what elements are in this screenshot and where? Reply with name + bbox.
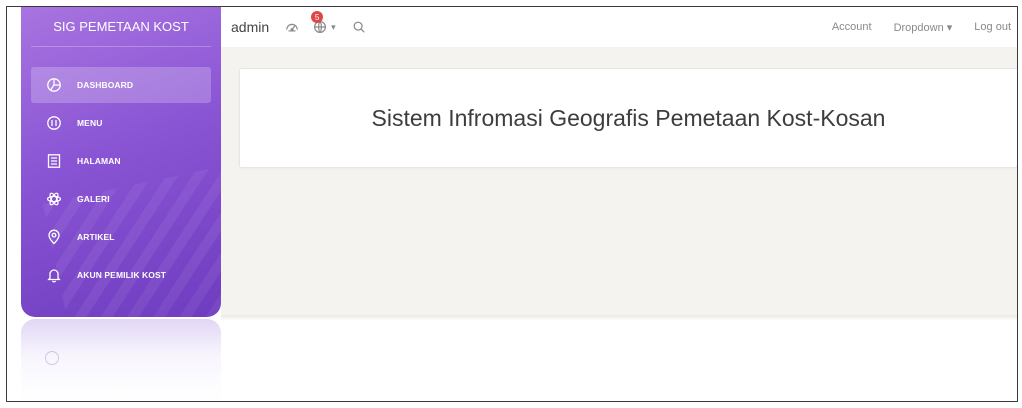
sidebar-item-label: MENU (77, 118, 103, 128)
sidebar-item-menu[interactable]: MENU (31, 105, 211, 141)
sidebar-item-label: DASHBOARD (77, 80, 134, 90)
page-title: Sistem Infromasi Geografis Pemetaan Kost… (371, 104, 886, 131)
sidebar-item-galeri[interactable]: GALERI (31, 181, 211, 217)
bell-icon (45, 351, 59, 365)
sidebar-item-label: AKUN PEMILIK KOST (77, 270, 167, 280)
search-icon[interactable] (352, 20, 366, 34)
dashboard-gauge-icon[interactable] (285, 20, 299, 34)
pie-chart-icon (45, 76, 63, 94)
sidebar-menu: DASHBOARD MENU HALAMAN GALERI ARTIKEL AK… (21, 67, 221, 293)
sidebar-item-label: HALAMAN (77, 156, 121, 166)
document-icon (45, 152, 63, 170)
account-link[interactable]: Account (832, 21, 872, 33)
map-pin-icon (45, 228, 63, 246)
app-window: SIG PEMETAAN KOST DASHBOARD MENU HALAMAN (6, 6, 1018, 402)
notifications-dropdown[interactable]: 5 ▾ (311, 11, 336, 34)
sidebar-item-label: GALERI (77, 194, 110, 204)
reflection-ghost-item (45, 351, 75, 365)
sidebar-title[interactable]: SIG PEMETAAN KOST (31, 7, 211, 47)
dropdown-menu-toggle[interactable]: Dropdown ▾ (894, 21, 953, 34)
sidebar-item-label: ARTIKEL (77, 232, 115, 242)
navbar-brand[interactable]: admin (231, 19, 269, 35)
welcome-card: Sistem Infromasi Geografis Pemetaan Kost… (239, 68, 1017, 168)
top-navbar: admin 5 ▾ Account Dropdown ▾ Log out (221, 7, 1017, 47)
sidebar-item-artikel[interactable]: ARTIKEL (31, 219, 211, 255)
menu-circle-icon (45, 114, 63, 132)
sidebar-item-dashboard[interactable]: DASHBOARD (31, 67, 211, 103)
navbar-right-links: Account Dropdown ▾ Log out (810, 21, 1017, 34)
sidebar-item-akun-pemilik-kost[interactable]: AKUN PEMILIK KOST (31, 257, 211, 293)
sidebar-reflection (21, 319, 221, 401)
atom-icon (45, 190, 63, 208)
logout-link[interactable]: Log out (974, 21, 1011, 33)
chevron-down-icon: ▾ (331, 21, 336, 32)
sidebar: SIG PEMETAAN KOST DASHBOARD MENU HALAMAN (21, 7, 221, 317)
sidebar-item-halaman[interactable]: HALAMAN (31, 143, 211, 179)
bell-icon (45, 266, 63, 284)
